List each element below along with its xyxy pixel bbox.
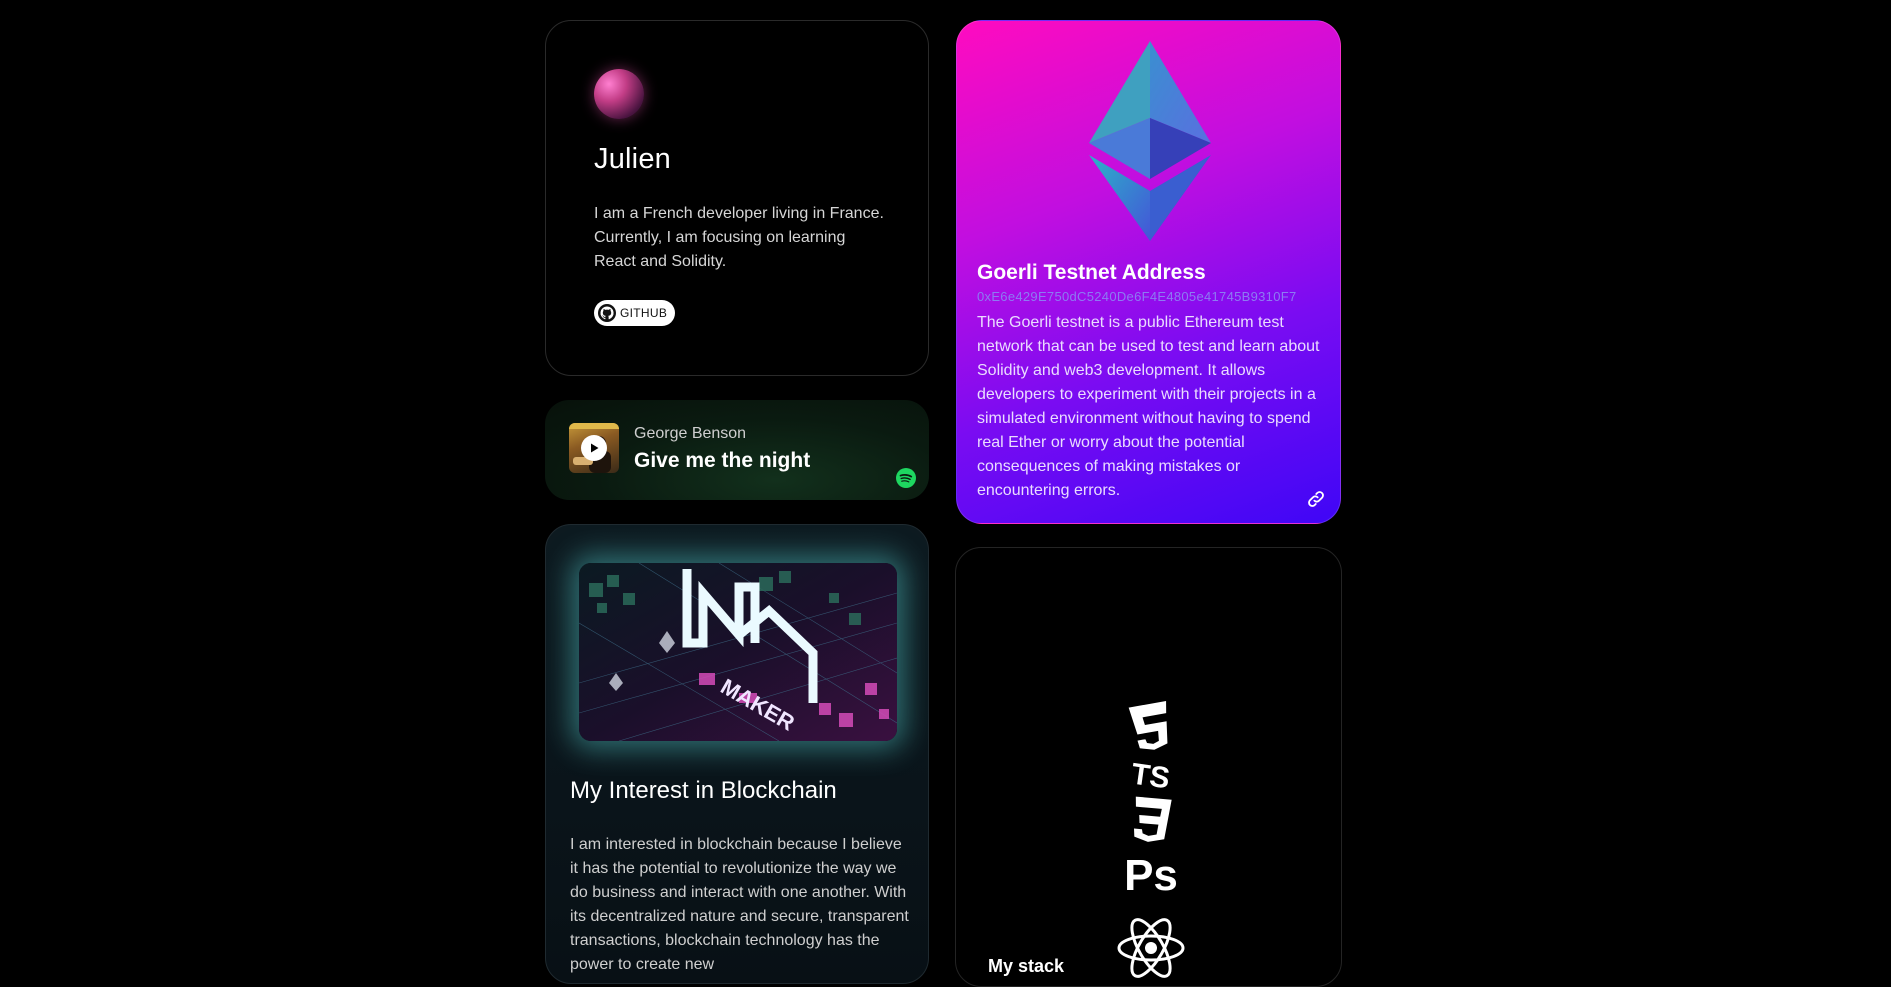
play-button[interactable] xyxy=(581,435,607,461)
github-label: GITHUB xyxy=(620,306,668,320)
css3-icon xyxy=(1134,796,1172,842)
blockchain-card: MAKER My Interest in Blockchain I am int… xyxy=(545,524,929,984)
play-icon xyxy=(591,443,599,453)
album-cover xyxy=(569,423,619,473)
profile-card: Julien I am a French developer living in… xyxy=(545,20,929,376)
svg-text:TS: TS xyxy=(1129,757,1172,795)
link-icon[interactable] xyxy=(1306,489,1326,509)
svg-text:Ps: Ps xyxy=(1124,851,1178,900)
wallet-address[interactable]: 0xE6e429E750dC5240De6F4E4805e41745B9310F… xyxy=(977,289,1297,304)
spotify-icon[interactable] xyxy=(896,468,916,488)
goerli-address-card: Goerli Testnet Address 0xE6e429E750dC524… xyxy=(956,20,1341,524)
profile-name: Julien xyxy=(594,143,671,175)
html5-icon xyxy=(1128,701,1168,750)
github-button[interactable]: GITHUB xyxy=(594,300,676,326)
photoshop-icon: Ps xyxy=(1124,851,1178,900)
profile-bio: I am a French developer living in France… xyxy=(594,205,884,270)
ethereum-icon xyxy=(1089,41,1211,241)
now-playing-card[interactable]: George Benson Give me the night xyxy=(545,400,929,500)
blockchain-image: MAKER xyxy=(579,563,897,741)
avatar xyxy=(594,69,644,119)
blockchain-title: My Interest in Blockchain xyxy=(570,777,837,804)
goerli-description: The Goerli testnet is a public Ethereum … xyxy=(977,314,1320,499)
blockchain-body: I am interested in blockchain because I … xyxy=(570,836,909,973)
maker-artwork: MAKER xyxy=(579,563,897,741)
goerli-title: Goerli Testnet Address xyxy=(977,261,1206,284)
react-icon xyxy=(1117,918,1185,978)
stack-card: TS Ps My stack xyxy=(955,547,1342,987)
track-title: Give me the night xyxy=(634,449,811,472)
github-icon xyxy=(598,304,616,322)
stack-label: My stack xyxy=(988,956,1065,976)
artist-name: George Benson xyxy=(634,425,747,442)
stack-icons: TS Ps xyxy=(1117,701,1185,978)
typescript-icon: TS xyxy=(1129,757,1172,795)
